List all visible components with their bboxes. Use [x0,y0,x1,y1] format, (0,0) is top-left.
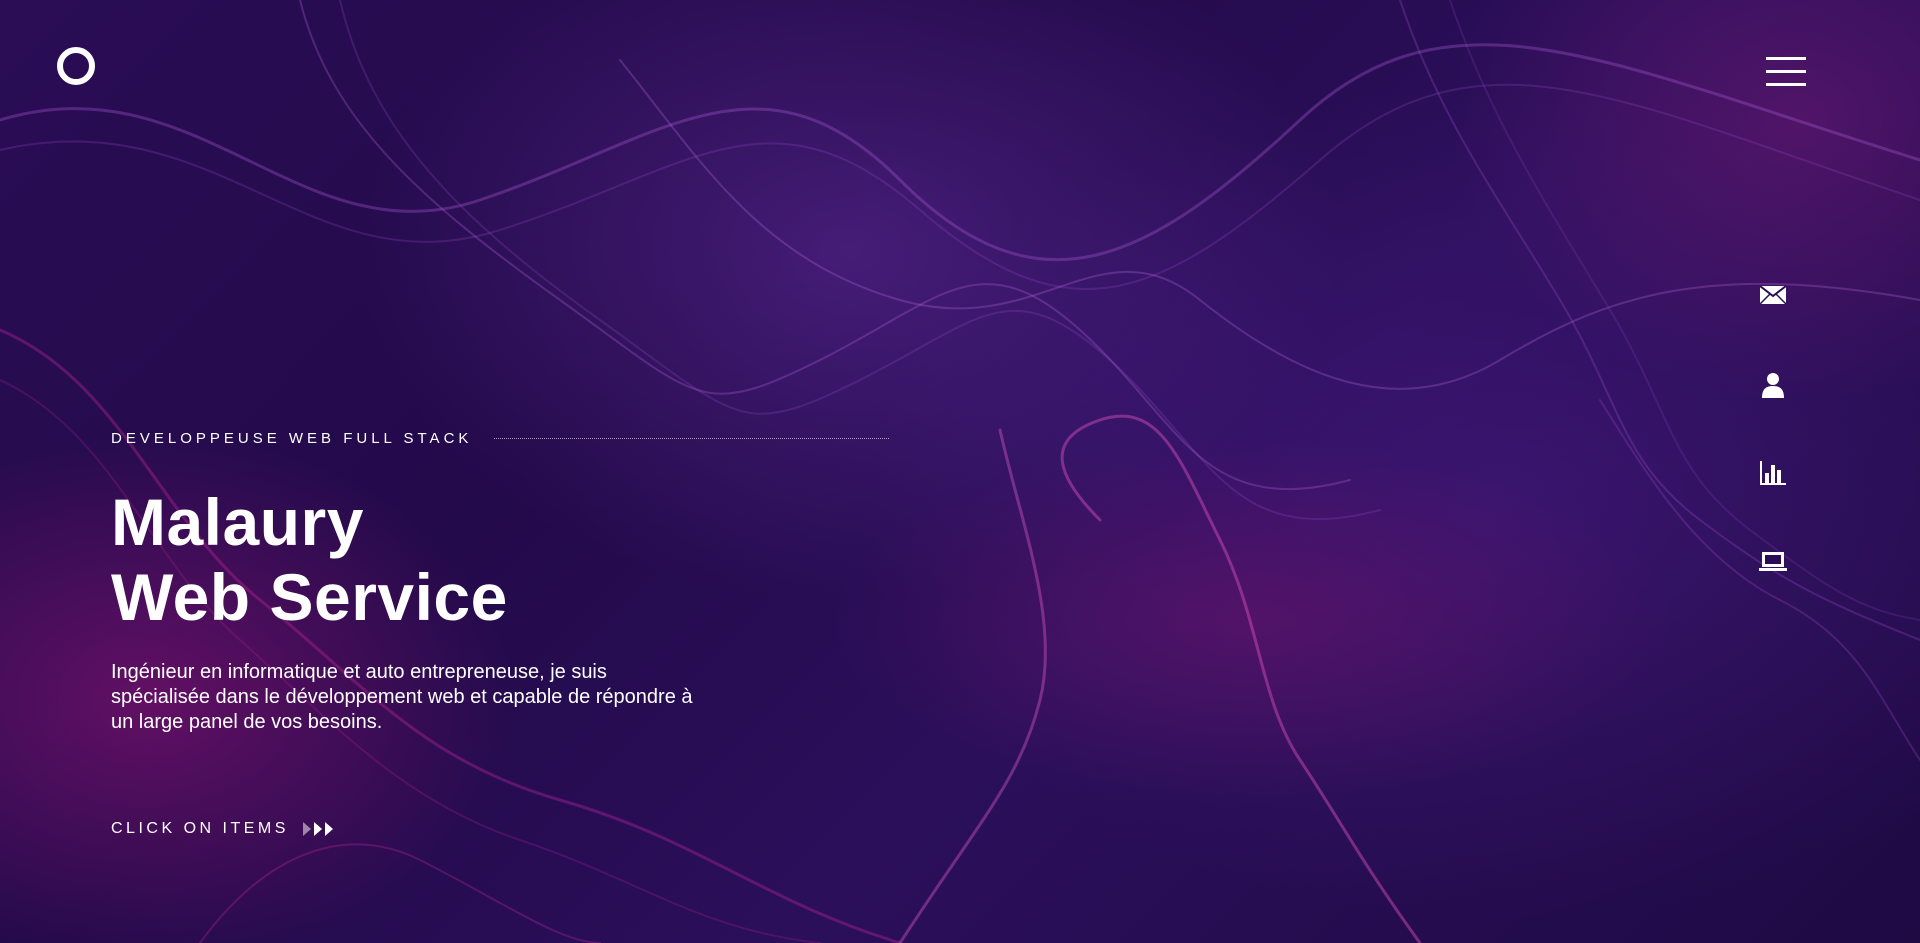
cta-label: CLICK ON ITEMS [111,820,289,837]
contact-nav-item[interactable] [1758,280,1788,310]
title-line-2: Web Service [111,560,508,634]
bar-chart-icon [1760,461,1786,485]
envelope-icon [1760,286,1786,304]
laptop-icon [1759,552,1787,571]
eyebrow-text: DEVELOPPEUSE WEB FULL STACK [111,430,473,447]
logo-circle-icon[interactable] [57,47,95,85]
title-line-1: Malaury [111,485,364,559]
hero-description: Ingénieur en informatique et auto entrep… [111,661,693,733]
user-icon [1762,373,1784,398]
profile-nav-item[interactable] [1758,370,1788,400]
click-on-items-link[interactable]: CLICK ON ITEMS [111,820,335,838]
page-title: Malaury Web Service [111,485,911,635]
landing-page: DEVELOPPEUSE WEB FULL STACK Malaury Web … [0,0,1920,943]
hero-eyebrow: DEVELOPPEUSE WEB FULL STACK [111,430,911,447]
hero-section: DEVELOPPEUSE WEB FULL STACK Malaury Web … [111,430,911,735]
dotted-divider [494,438,890,439]
portfolio-nav-item[interactable] [1758,547,1788,577]
hamburger-menu-icon[interactable] [1766,57,1806,87]
triple-chevron-icon [302,822,335,836]
skills-nav-item[interactable] [1758,458,1788,488]
